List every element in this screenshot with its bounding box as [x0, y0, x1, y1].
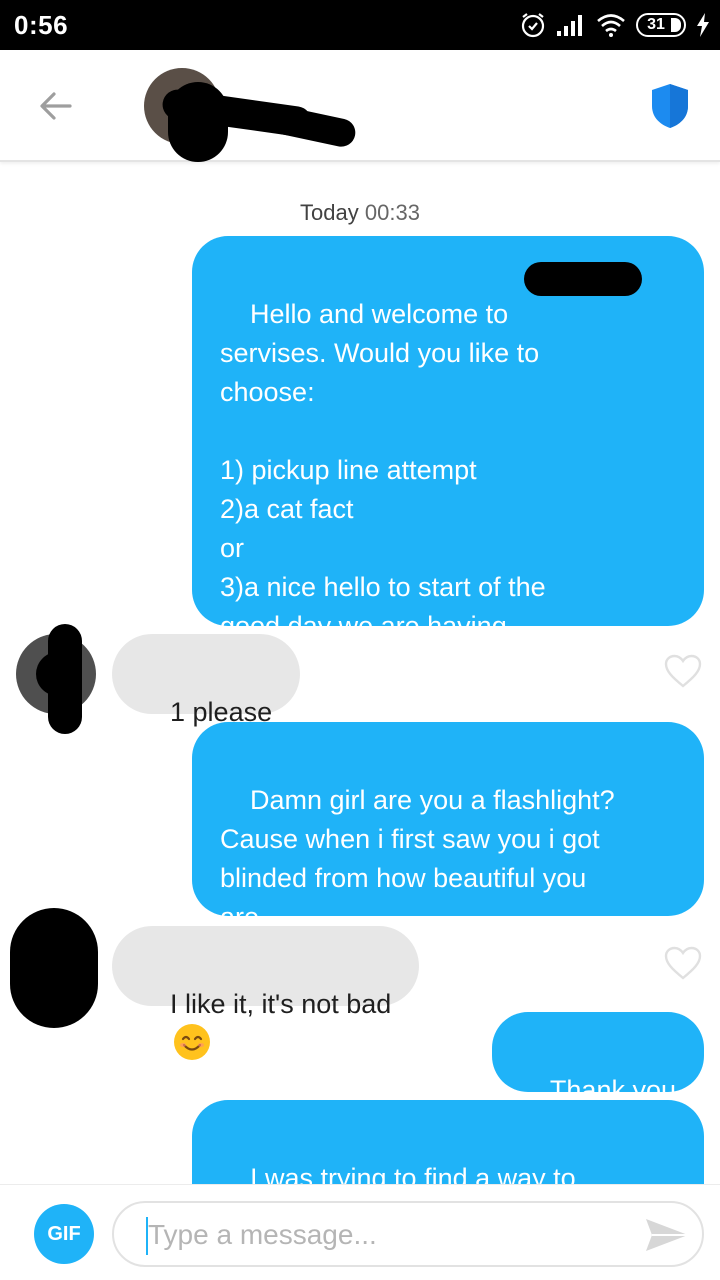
- sender-avatar[interactable]: [10, 908, 98, 1028]
- message-text: Hello and welcome to servises. Would you…: [220, 299, 546, 641]
- gif-button[interactable]: GIF: [34, 1204, 94, 1264]
- send-icon[interactable]: [644, 1215, 690, 1255]
- smiling-face-icon: [174, 1024, 211, 1060]
- match-avatar[interactable]: [144, 68, 358, 162]
- message-text: I like it, it's not bad: [170, 989, 392, 1019]
- status-icons: 31: [520, 10, 710, 40]
- received-message-bubble[interactable]: I like it, it's not bad: [112, 926, 420, 1060]
- date-separator: Today 00:33: [0, 200, 720, 226]
- message-input[interactable]: [148, 1215, 608, 1255]
- sent-message-bubble[interactable]: Damn girl are you a flashlight? Cause wh…: [192, 722, 704, 932]
- signal-icon: [557, 15, 582, 36]
- received-message-bubble[interactable]: 1 please: [112, 634, 301, 727]
- redaction-mark: [168, 82, 228, 162]
- sent-message-bubble[interactable]: I was trying to find a way to make a pic…: [192, 1100, 704, 1184]
- sender-avatar[interactable]: [16, 624, 96, 734]
- battery-icon: 31: [636, 13, 686, 37]
- redaction-mark: [262, 102, 358, 150]
- message-composer: GIF: [0, 1184, 720, 1280]
- chat-header: [0, 50, 720, 162]
- alarm-icon: [521, 13, 545, 38]
- message-text: I was trying to find a way to make a pic…: [250, 1163, 576, 1184]
- wifi-icon: [597, 14, 625, 37]
- heart-icon[interactable]: [664, 654, 702, 688]
- redaction-mark: [524, 262, 642, 296]
- status-time: 0:56: [14, 10, 69, 40]
- timestamp-time: 00:33: [364, 200, 420, 225]
- redaction-mark: [10, 908, 98, 1028]
- shield-icon[interactable]: [650, 82, 690, 130]
- charging-icon: [697, 13, 709, 37]
- heart-icon[interactable]: [664, 946, 702, 980]
- battery-level: 31: [647, 16, 665, 33]
- arrow-left-icon[interactable]: [34, 84, 78, 128]
- message-list[interactable]: Today 00:33 Hello and welcome to servise…: [0, 164, 720, 1184]
- redaction-mark: [36, 652, 80, 696]
- timestamp-day: Today: [300, 200, 359, 225]
- sent-message-bubble[interactable]: Thank you: [491, 1012, 704, 1105]
- message-input-container[interactable]: [112, 1201, 704, 1267]
- message-text: Damn girl are you a flashlight? Cause wh…: [220, 785, 615, 932]
- status-bar: 0:56 31: [0, 0, 720, 50]
